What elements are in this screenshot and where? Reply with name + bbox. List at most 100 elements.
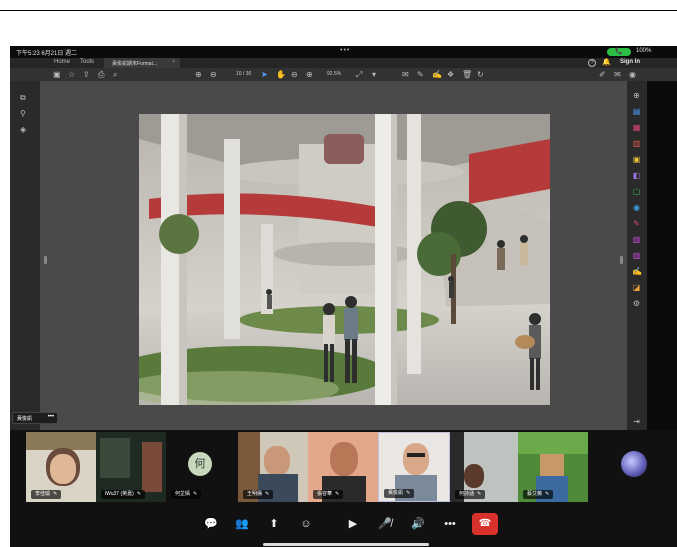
- star-icon[interactable]: ☆: [68, 70, 75, 79]
- participant-tile[interactable]: 何 何芷嫣 ✎: [166, 432, 236, 502]
- export-pdf-icon[interactable]: ▤: [632, 107, 641, 116]
- mic-icon: ✎: [265, 491, 270, 497]
- document-canvas[interactable]: [40, 81, 627, 439]
- participant-tile[interactable]: 蔡艾薇 ✎: [518, 432, 588, 502]
- edit-pdf-icon[interactable]: ▥: [632, 139, 641, 148]
- protect-icon[interactable]: ▨: [632, 235, 641, 244]
- delete-icon[interactable]: 🗑: [462, 70, 472, 79]
- zoom-tool-icon[interactable]: ⊕: [632, 91, 641, 100]
- create-pdf-icon[interactable]: ▦: [632, 123, 641, 132]
- presenter-name: 黃俊凱: [17, 416, 33, 422]
- save-icon[interactable]: ▣: [53, 70, 61, 79]
- call-controls: 💬 👥 ⬆ ☺ ▶ 🎤̸ 🔊 ••• ☎: [10, 504, 677, 547]
- battery-level: 100%: [636, 48, 652, 54]
- participants-strip: 李佳瑜 ✎ iWu37 (英嘉) ✎ 何 何芷嫣 ✎ 王明儒 ✎ 張容華 ✎ 黃俊凱 ✎: [10, 430, 677, 504]
- layers-icon[interactable]: ◈: [20, 125, 26, 134]
- architecture-rendering: [139, 114, 550, 405]
- participant-name: 張容華 ✎: [313, 490, 344, 499]
- participant-tile[interactable]: 張容華 ✎: [308, 432, 378, 502]
- chat-icon[interactable]: 💬: [203, 516, 219, 532]
- left-sidebar: ⧉ ⚲ ◈: [10, 81, 40, 439]
- mic-icon: ✎: [193, 491, 198, 497]
- redact-icon[interactable]: ▧: [632, 251, 641, 260]
- more-options-icon[interactable]: •••: [442, 516, 458, 532]
- participants-icon[interactable]: 👥: [234, 516, 250, 532]
- page-indicator[interactable]: 10 / 30: [236, 71, 251, 77]
- help-icon[interactable]: ?: [588, 59, 596, 67]
- participant-name: iWu37 (英嘉) ✎: [101, 490, 146, 499]
- bell-icon[interactable]: 🔔: [602, 58, 611, 66]
- highlight-icon[interactable]: ▾: [372, 70, 376, 79]
- reactions-icon[interactable]: ☺: [298, 516, 314, 532]
- mic-icon: ✎: [335, 491, 340, 497]
- ipad-screen: 下午5:23 6月21日 週二 ••• 📞 100% Home Tools 黃俊…: [10, 46, 677, 547]
- page-up-icon[interactable]: ⊕: [195, 70, 202, 79]
- participant-name: 黃俊凱 ✎: [384, 489, 415, 498]
- account-icon[interactable]: ◉: [629, 70, 636, 79]
- right-panel-handle[interactable]: [620, 256, 623, 264]
- tab-home[interactable]: Home: [54, 59, 70, 65]
- share-screen-icon[interactable]: ⬆: [266, 516, 282, 532]
- participant-tile-active[interactable]: 黃俊凱 ✎: [378, 432, 450, 502]
- call-indicator[interactable]: 📞: [607, 48, 631, 56]
- combine-icon[interactable]: ◧: [632, 171, 641, 180]
- participant-name: 蔡艾薇 ✎: [523, 490, 554, 499]
- comment-tool-icon[interactable]: ▣: [632, 155, 641, 164]
- page-down-icon[interactable]: ⊖: [210, 70, 217, 79]
- pen-icon[interactable]: ✎: [417, 70, 424, 79]
- participant-name: 何詩涵 ✎: [455, 490, 486, 499]
- organize-icon[interactable]: ▢: [632, 187, 641, 196]
- zoom-in-icon[interactable]: ⊕: [306, 70, 313, 79]
- left-panel-handle[interactable]: [44, 256, 47, 264]
- upload-icon[interactable]: ⇪: [83, 70, 90, 79]
- participant-photo-avatar[interactable]: [621, 451, 647, 477]
- speaker-icon[interactable]: 🔊: [410, 516, 426, 532]
- mic-icon: ✎: [53, 491, 58, 497]
- participant-name: 王明儒 ✎: [243, 490, 274, 499]
- hand-icon[interactable]: ✋: [276, 70, 286, 79]
- more-icon[interactable]: •••: [48, 414, 54, 420]
- mic-off-icon[interactable]: 🎤̸: [377, 516, 393, 532]
- sign-in-button[interactable]: Sign In: [620, 59, 640, 65]
- sign-icon[interactable]: ✍: [432, 70, 442, 79]
- status-bar: 下午5:23 6月21日 週二 ••• 📞 100%: [10, 46, 677, 58]
- tab-tools[interactable]: Tools: [80, 59, 94, 65]
- multitask-dots[interactable]: •••: [340, 47, 350, 54]
- print-icon[interactable]: ⎙: [98, 70, 104, 79]
- pdf-toolbar: ▣ ☆ ⇪ ⎙ ⌕ ⊕ ⊖ 10 / 30 ➤ ✋ ⊖ ⊕ 92.5% ⤢ ▾ …: [10, 68, 677, 81]
- comment-icon[interactable]: ✉: [402, 70, 409, 79]
- hang-up-button[interactable]: ☎: [472, 513, 498, 535]
- zoom-level[interactable]: 92.5%: [327, 71, 341, 77]
- status-time: 下午5:23 6月21日 週二: [16, 51, 78, 57]
- search-icon[interactable]: ⌕: [113, 70, 117, 79]
- close-icon[interactable]: ×: [172, 59, 175, 65]
- presenter-name-chip[interactable]: 黃俊凱 •••: [12, 412, 58, 424]
- attachments-icon[interactable]: ⚲: [20, 109, 26, 118]
- page-thumbnails-icon[interactable]: ⧉: [20, 93, 26, 103]
- zoom-out-icon[interactable]: ⊖: [291, 70, 298, 79]
- more-tools-icon[interactable]: ⚙: [632, 299, 641, 308]
- scan-icon[interactable]: ◉: [632, 203, 641, 212]
- fit-page-icon[interactable]: ⤢: [356, 70, 362, 79]
- signature-icon[interactable]: ✍: [632, 267, 642, 276]
- select-cursor-icon[interactable]: ➤: [261, 70, 268, 79]
- participant-tile[interactable]: 何詩涵 ✎: [450, 432, 518, 502]
- stamp-icon[interactable]: ❖: [447, 70, 454, 79]
- participant-tile[interactable]: 王明儒 ✎: [238, 432, 308, 502]
- right-tools-sidebar: ⊕ ▤ ▦ ▥ ▣ ◧ ▢ ◉ ✎ ▨ ▧ ✍ ◪ ⚙ ⇥: [627, 81, 647, 439]
- mail-icon[interactable]: ✉: [614, 70, 621, 79]
- participant-tile[interactable]: iWu37 (英嘉) ✎: [96, 432, 166, 502]
- participant-name: 李佳瑜 ✎: [31, 490, 62, 499]
- home-indicator[interactable]: [263, 543, 429, 546]
- fill-sign-icon[interactable]: ✎: [632, 219, 641, 228]
- mic-icon: ✎: [545, 491, 550, 497]
- initial-avatar: 何: [188, 452, 212, 476]
- tab-document[interactable]: 黃俊凱期末Format... ×: [104, 58, 180, 68]
- camera-off-icon[interactable]: ▶: [345, 516, 361, 532]
- edit-icon[interactable]: ✐: [599, 70, 606, 79]
- compress-icon[interactable]: ◪: [632, 283, 641, 292]
- rotate-icon[interactable]: ↻: [477, 70, 484, 79]
- collapse-icon[interactable]: ⇥: [632, 417, 641, 426]
- participant-tile[interactable]: 李佳瑜 ✎: [26, 432, 96, 502]
- mic-icon: ✎: [406, 490, 411, 496]
